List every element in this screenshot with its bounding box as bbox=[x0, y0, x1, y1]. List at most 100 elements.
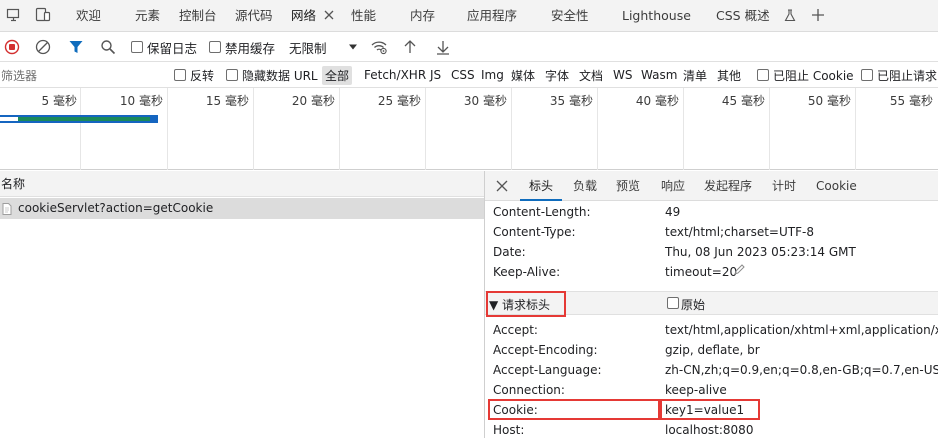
header-value: text/html;charset=UTF-8 bbox=[665, 225, 814, 239]
inspect-element-icon[interactable] bbox=[35, 7, 51, 23]
blocked-requests-label: 已阻止请求 bbox=[877, 68, 938, 83]
filter-all-button[interactable]: 全部 bbox=[322, 62, 353, 88]
raw-label: 原始 bbox=[681, 298, 706, 312]
tab-performance[interactable]: 性能 bbox=[351, 0, 376, 31]
tab-payload[interactable]: 负载 bbox=[573, 171, 597, 201]
tab-sources[interactable]: 源代码 bbox=[235, 0, 273, 31]
search-icon[interactable] bbox=[100, 32, 116, 62]
disable-cache-checkbox[interactable]: 禁用缓存 bbox=[209, 32, 275, 62]
grid-line bbox=[80, 88, 81, 170]
filter-type-manifest[interactable]: 清单 bbox=[683, 62, 707, 88]
header-name: Host: bbox=[493, 423, 525, 437]
filter-type-font[interactable]: 字体 bbox=[545, 62, 569, 88]
filter-type-doc[interactable]: 文档 bbox=[579, 62, 603, 88]
import-har-icon[interactable] bbox=[403, 32, 417, 62]
filter-type-other[interactable]: 其他 bbox=[717, 62, 741, 88]
filter-type-img[interactable]: Img bbox=[481, 62, 504, 88]
tick-label: 45 毫秒 bbox=[721, 94, 765, 108]
tab-cookies[interactable]: Cookie bbox=[816, 171, 857, 201]
header-value: gzip, deflate, br bbox=[665, 343, 760, 357]
flask-icon bbox=[784, 9, 796, 22]
tick-label: 25 毫秒 bbox=[377, 94, 421, 108]
name-column-label: 名称 bbox=[1, 177, 26, 191]
grid-line bbox=[769, 88, 770, 170]
document-icon bbox=[2, 203, 12, 215]
dropdown-arrow-icon[interactable] bbox=[348, 32, 358, 62]
tab-headers[interactable]: 标头 bbox=[519, 171, 563, 201]
tab-preview[interactable]: 预览 bbox=[616, 171, 640, 201]
tick-label: 15 毫秒 bbox=[205, 94, 249, 108]
waterfall-bar-download bbox=[18, 117, 150, 121]
grid-line bbox=[425, 88, 426, 170]
tick-label: 30 毫秒 bbox=[463, 94, 507, 108]
blocked-requests-checkbox[interactable]: 已阻止请求 bbox=[861, 62, 938, 88]
devtools-tab-bar: 欢迎 元素 控制台 源代码 网络 性能 内存 应用程序 安全性 Lighthou… bbox=[0, 0, 938, 32]
tab-welcome[interactable]: 欢迎 bbox=[76, 0, 101, 31]
filter-type-wasm[interactable]: Wasm bbox=[641, 62, 677, 88]
checkbox-box[interactable] bbox=[667, 297, 679, 309]
more-tabs-plus-icon[interactable] bbox=[810, 7, 826, 23]
details-tab-bar: 标头 负载 预览 响应 发起程序 计时 Cookie bbox=[485, 171, 938, 201]
filter-type-ws[interactable]: WS bbox=[613, 62, 632, 88]
header-name: Accept-Encoding: bbox=[493, 343, 598, 357]
close-details-icon[interactable] bbox=[495, 179, 509, 193]
tab-css-overview[interactable]: CSS 概述 bbox=[716, 0, 770, 31]
grid-line bbox=[167, 88, 168, 170]
tab-timing[interactable]: 计时 bbox=[772, 171, 796, 201]
tab-memory[interactable]: 内存 bbox=[410, 0, 435, 31]
grid-line bbox=[597, 88, 598, 170]
hide-data-urls-checkbox[interactable]: 隐藏数据 URL bbox=[226, 62, 318, 88]
grid-line bbox=[511, 88, 512, 170]
export-har-icon[interactable] bbox=[436, 32, 450, 62]
grid-line bbox=[339, 88, 340, 170]
preserve-log-label: 保留日志 bbox=[147, 40, 198, 56]
tab-application[interactable]: 应用程序 bbox=[467, 0, 517, 31]
filter-type-css[interactable]: CSS bbox=[451, 62, 475, 88]
header-name: Keep-Alive: bbox=[493, 265, 561, 279]
tick-label: 10 毫秒 bbox=[119, 94, 163, 108]
filter-input[interactable]: 筛选器 bbox=[1, 62, 37, 88]
grid-line bbox=[253, 88, 254, 170]
invert-checkbox[interactable]: 反转 bbox=[174, 62, 214, 88]
filter-type-media[interactable]: 媒体 bbox=[511, 62, 535, 88]
filter-bar: 筛选器 反转 隐藏数据 URL 全部 Fetch/XHR JS CSS Img … bbox=[0, 62, 938, 88]
header-name: Accept-Language: bbox=[493, 363, 602, 377]
checkbox-box[interactable] bbox=[174, 69, 186, 81]
edit-pencil-icon[interactable] bbox=[733, 263, 746, 276]
disable-cache-label: 禁用缓存 bbox=[225, 40, 276, 56]
name-column-header[interactable]: 名称 bbox=[0, 171, 484, 197]
header-value: 49 bbox=[665, 205, 681, 219]
checkbox-box[interactable] bbox=[209, 41, 221, 53]
checkbox-box[interactable] bbox=[226, 69, 238, 81]
checkbox-box[interactable] bbox=[131, 41, 143, 53]
tab-initiator[interactable]: 发起程序 bbox=[704, 171, 752, 201]
record-stop-button[interactable] bbox=[4, 32, 20, 62]
tab-security[interactable]: 安全性 bbox=[551, 0, 589, 31]
tab-console[interactable]: 控制台 bbox=[179, 0, 217, 31]
hide-data-urls-label: 隐藏数据 URL bbox=[242, 68, 318, 83]
tab-response[interactable]: 响应 bbox=[661, 171, 685, 201]
highlight-box bbox=[486, 291, 566, 317]
filter-type-fetch-xhr[interactable]: Fetch/XHR bbox=[364, 62, 426, 88]
close-tab-icon[interactable] bbox=[322, 8, 336, 22]
checkbox-box[interactable] bbox=[861, 69, 873, 81]
filter-type-js[interactable]: JS bbox=[430, 62, 441, 88]
blocked-cookies-checkbox[interactable]: 已阻止 Cookie bbox=[757, 62, 854, 88]
clear-icon[interactable] bbox=[35, 32, 51, 62]
tab-network[interactable]: 网络 bbox=[291, 0, 316, 31]
tick-label: 50 毫秒 bbox=[807, 94, 851, 108]
throttling-select[interactable]: 无限制 bbox=[289, 32, 327, 62]
network-conditions-icon[interactable] bbox=[370, 32, 388, 62]
device-toggle-icon[interactable] bbox=[6, 7, 22, 23]
tab-elements[interactable]: 元素 bbox=[135, 0, 160, 31]
tab-lighthouse[interactable]: Lighthouse bbox=[622, 0, 691, 31]
waterfall-overview[interactable]: 5 毫秒 10 毫秒 15 毫秒 20 毫秒 25 毫秒 30 毫秒 35 毫秒… bbox=[0, 88, 938, 170]
filter-icon[interactable] bbox=[68, 32, 84, 62]
checkbox-box[interactable] bbox=[757, 69, 769, 81]
table-row[interactable]: cookieServlet?action=getCookie bbox=[0, 198, 484, 219]
tick-label: 20 毫秒 bbox=[291, 94, 335, 108]
header-name: Connection: bbox=[493, 383, 565, 397]
preserve-log-checkbox[interactable]: 保留日志 bbox=[131, 32, 197, 62]
tick-label: 55 毫秒 bbox=[889, 94, 933, 108]
header-value: keep-alive bbox=[665, 383, 727, 397]
